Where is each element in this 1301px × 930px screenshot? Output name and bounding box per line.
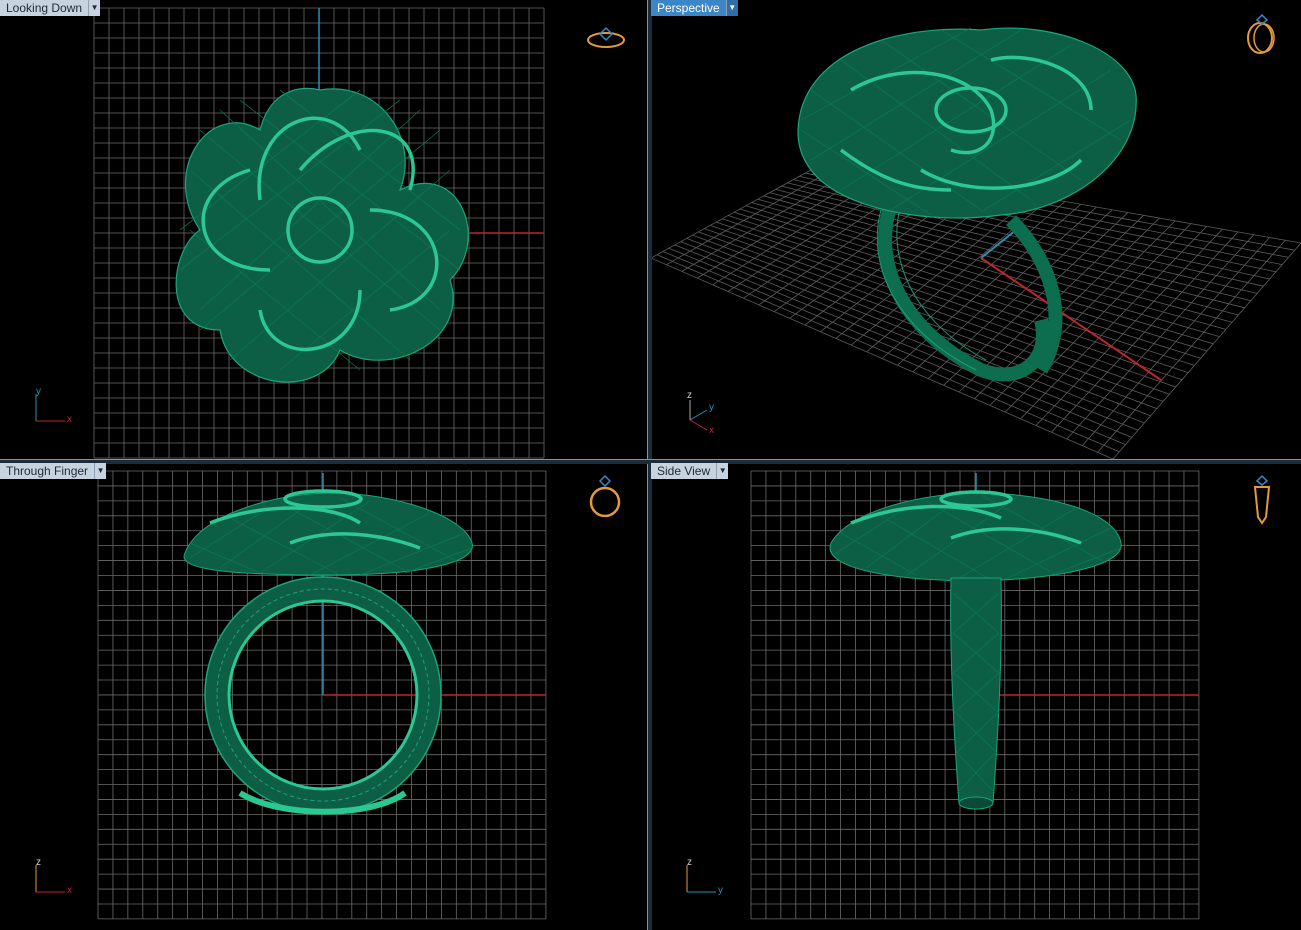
viewport-tab-looking-down[interactable]: Looking Down ▼ [0, 0, 101, 16]
viewport-canvas[interactable] [651, 463, 1301, 930]
axis-label-vertical: z [687, 390, 692, 401]
chevron-down-icon[interactable]: ▼ [94, 463, 107, 479]
viewport-perspective[interactable]: Perspective ▼ z y x [651, 0, 1301, 459]
axis-triad: y x [30, 386, 80, 432]
axis-triad: z x [30, 857, 80, 903]
viewport-looking-down[interactable]: Looking Down ▼ y x [0, 0, 647, 459]
viewport-label[interactable]: Perspective [651, 0, 726, 16]
axis-label-horizontal: x [67, 885, 72, 896]
ring-front-view-icon[interactable] [586, 473, 626, 517]
axis-label-horizontal: y [718, 885, 723, 896]
viewport-label[interactable]: Side View [651, 463, 717, 479]
axis-label-horizontal: x [67, 414, 72, 425]
viewport-canvas[interactable] [0, 0, 647, 459]
axis-label-diagonal: y [709, 402, 714, 413]
chevron-down-icon[interactable]: ▼ [716, 463, 729, 479]
viewport-label[interactable]: Through Finger [0, 463, 95, 479]
axis-label-horizontal: x [709, 425, 714, 436]
viewport-canvas[interactable] [651, 0, 1301, 459]
viewport-through-finger[interactable]: Through Finger ▼ z x [0, 463, 647, 930]
viewport-tab-through-finger[interactable]: Through Finger ▼ [0, 463, 107, 479]
viewport-canvas[interactable] [0, 463, 647, 930]
viewport-tab-perspective[interactable]: Perspective ▼ [651, 0, 738, 16]
ring-model-front [183, 489, 473, 815]
axis-label-vertical: z [687, 857, 692, 868]
axis-label-vertical: z [36, 857, 41, 868]
chevron-down-icon[interactable]: ▼ [88, 0, 101, 16]
viewport-tab-side-view[interactable]: Side View ▼ [651, 463, 729, 479]
viewport-side-view[interactable]: Side View ▼ z y [651, 463, 1301, 930]
viewport-label[interactable]: Looking Down [0, 0, 89, 16]
chevron-down-icon[interactable]: ▼ [725, 0, 738, 16]
ring-top-view-icon[interactable] [587, 26, 627, 70]
axis-label-vertical: y [36, 386, 41, 397]
axis-triad: z y x [681, 390, 731, 436]
ring-side-view-icon[interactable] [1243, 473, 1283, 525]
axis-triad: z y [681, 857, 731, 903]
ring-perspective-icon[interactable] [1243, 12, 1283, 56]
